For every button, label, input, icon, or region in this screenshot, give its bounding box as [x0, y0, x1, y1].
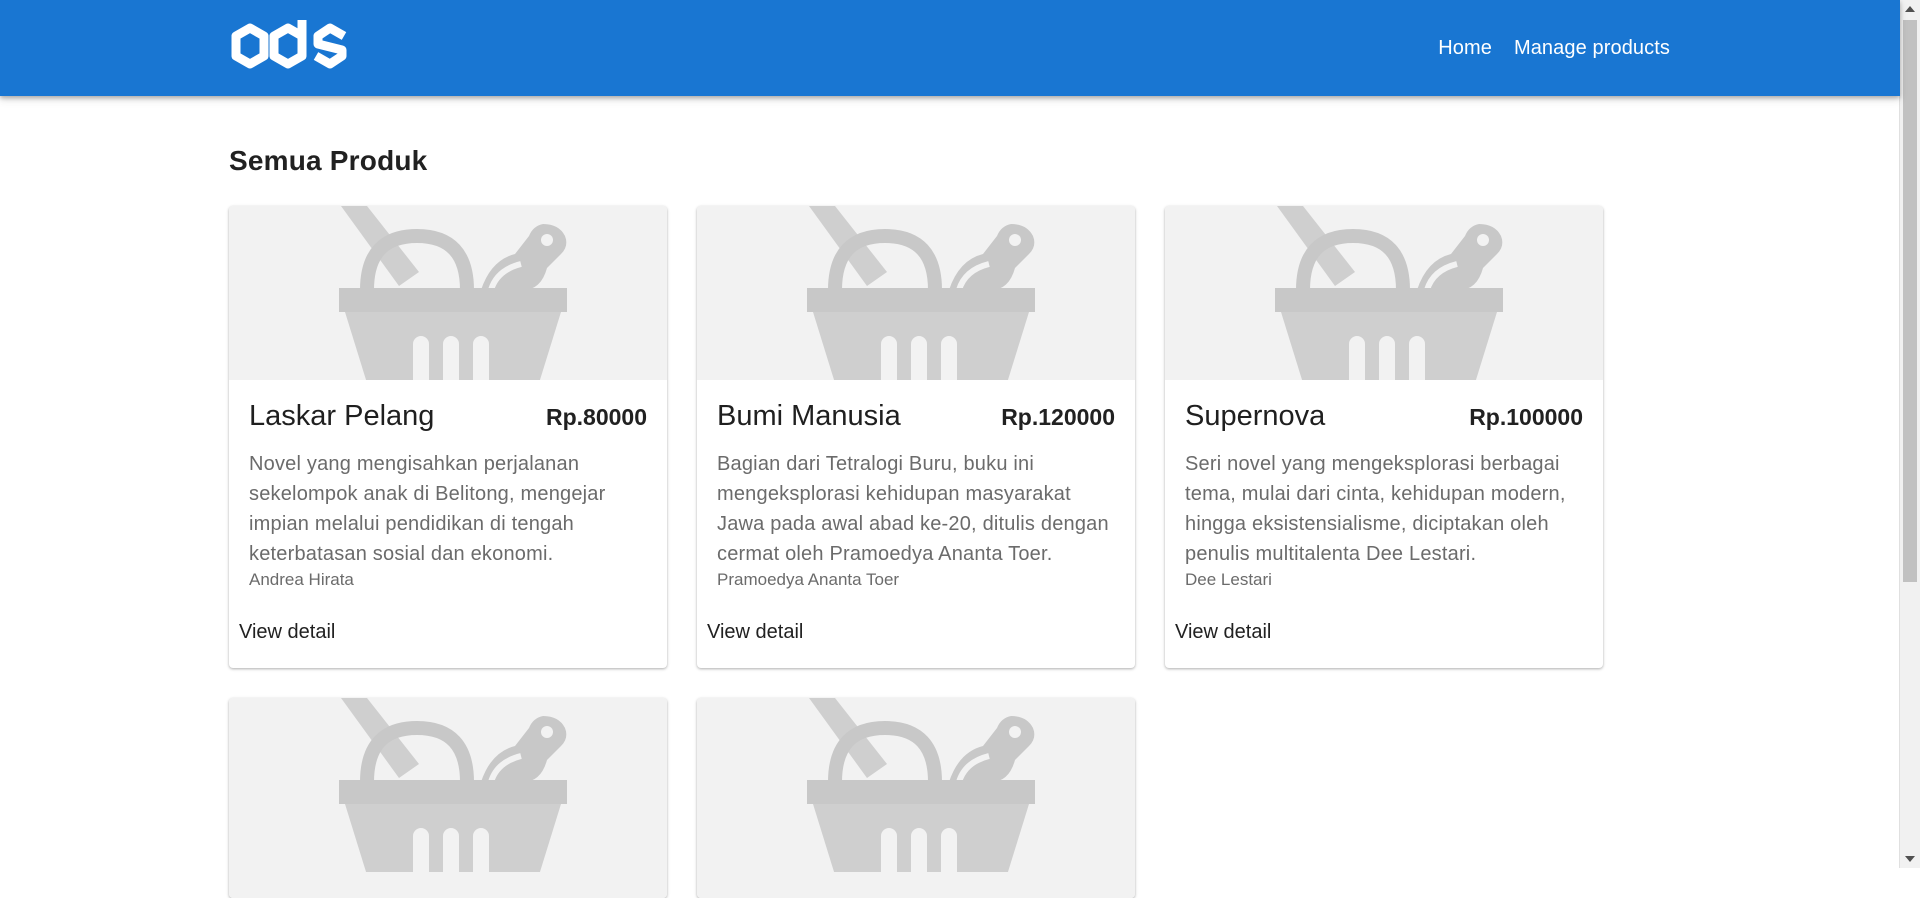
- product-image: [229, 698, 667, 898]
- product-title: Laskar Pelang: [249, 400, 435, 432]
- product-price: Rp.100000: [1469, 404, 1583, 430]
- nav-home-link[interactable]: Home: [1438, 37, 1492, 60]
- product-description: Seri novel yang mengeksplorasi berbagai …: [1185, 453, 1566, 565]
- product-author: Dee Lestari: [1185, 570, 1272, 589]
- ads-logo-icon[interactable]: [228, 14, 356, 78]
- vertical-scrollbar[interactable]: [1899, 0, 1920, 868]
- product-description: Novel yang mengisahkan perjalanan sekelo…: [249, 453, 606, 565]
- product-image: [229, 206, 667, 380]
- product-card-partial: [697, 698, 1135, 898]
- product-title: Supernova: [1185, 400, 1326, 432]
- view-detail-button[interactable]: View detail: [707, 621, 803, 643]
- product-description: Bagian dari Tetralogi Buru, buku ini men…: [717, 453, 1109, 565]
- product-image: [697, 698, 1135, 898]
- scroll-down-arrow-icon[interactable]: [1905, 856, 1915, 862]
- shopping-basket-icon: [229, 698, 667, 872]
- scrollbar-thumb[interactable]: [1903, 20, 1917, 582]
- product-author: Andrea Hirata: [249, 570, 354, 589]
- page-title: Semua Produk: [229, 145, 428, 176]
- view-detail-button[interactable]: View detail: [1175, 621, 1271, 643]
- product-author: Pramoedya Ananta Toer: [717, 570, 900, 589]
- product-image: [697, 206, 1135, 380]
- view-detail-button[interactable]: View detail: [239, 621, 335, 643]
- product-card-partial: [229, 698, 667, 898]
- shopping-basket-icon: [697, 206, 1135, 380]
- product-grid: Laskar Pelang Rp.80000 Novel yang mengis…: [229, 206, 1604, 898]
- shopping-basket-icon: [697, 698, 1135, 872]
- product-card: Bumi Manusia Rp.120000 Bagian dari Tetra…: [697, 206, 1135, 668]
- product-price: Rp.80000: [545, 404, 647, 430]
- product-card: Laskar Pelang Rp.80000 Novel yang mengis…: [229, 206, 667, 668]
- shopping-basket-icon: [1165, 206, 1603, 380]
- top-app-bar: Home Manage products: [0, 0, 1900, 96]
- product-card: Supernova Rp.100000 Seri novel yang meng…: [1165, 206, 1603, 668]
- product-image: [1165, 206, 1603, 380]
- scroll-up-arrow-icon[interactable]: [1905, 6, 1915, 12]
- product-price: Rp.120000: [1001, 404, 1115, 430]
- shopping-basket-icon: [229, 206, 667, 380]
- nav-manage-products-link[interactable]: Manage products: [1514, 37, 1670, 60]
- product-title: Bumi Manusia: [717, 400, 901, 432]
- main-nav: Home Manage products: [1438, 0, 1670, 96]
